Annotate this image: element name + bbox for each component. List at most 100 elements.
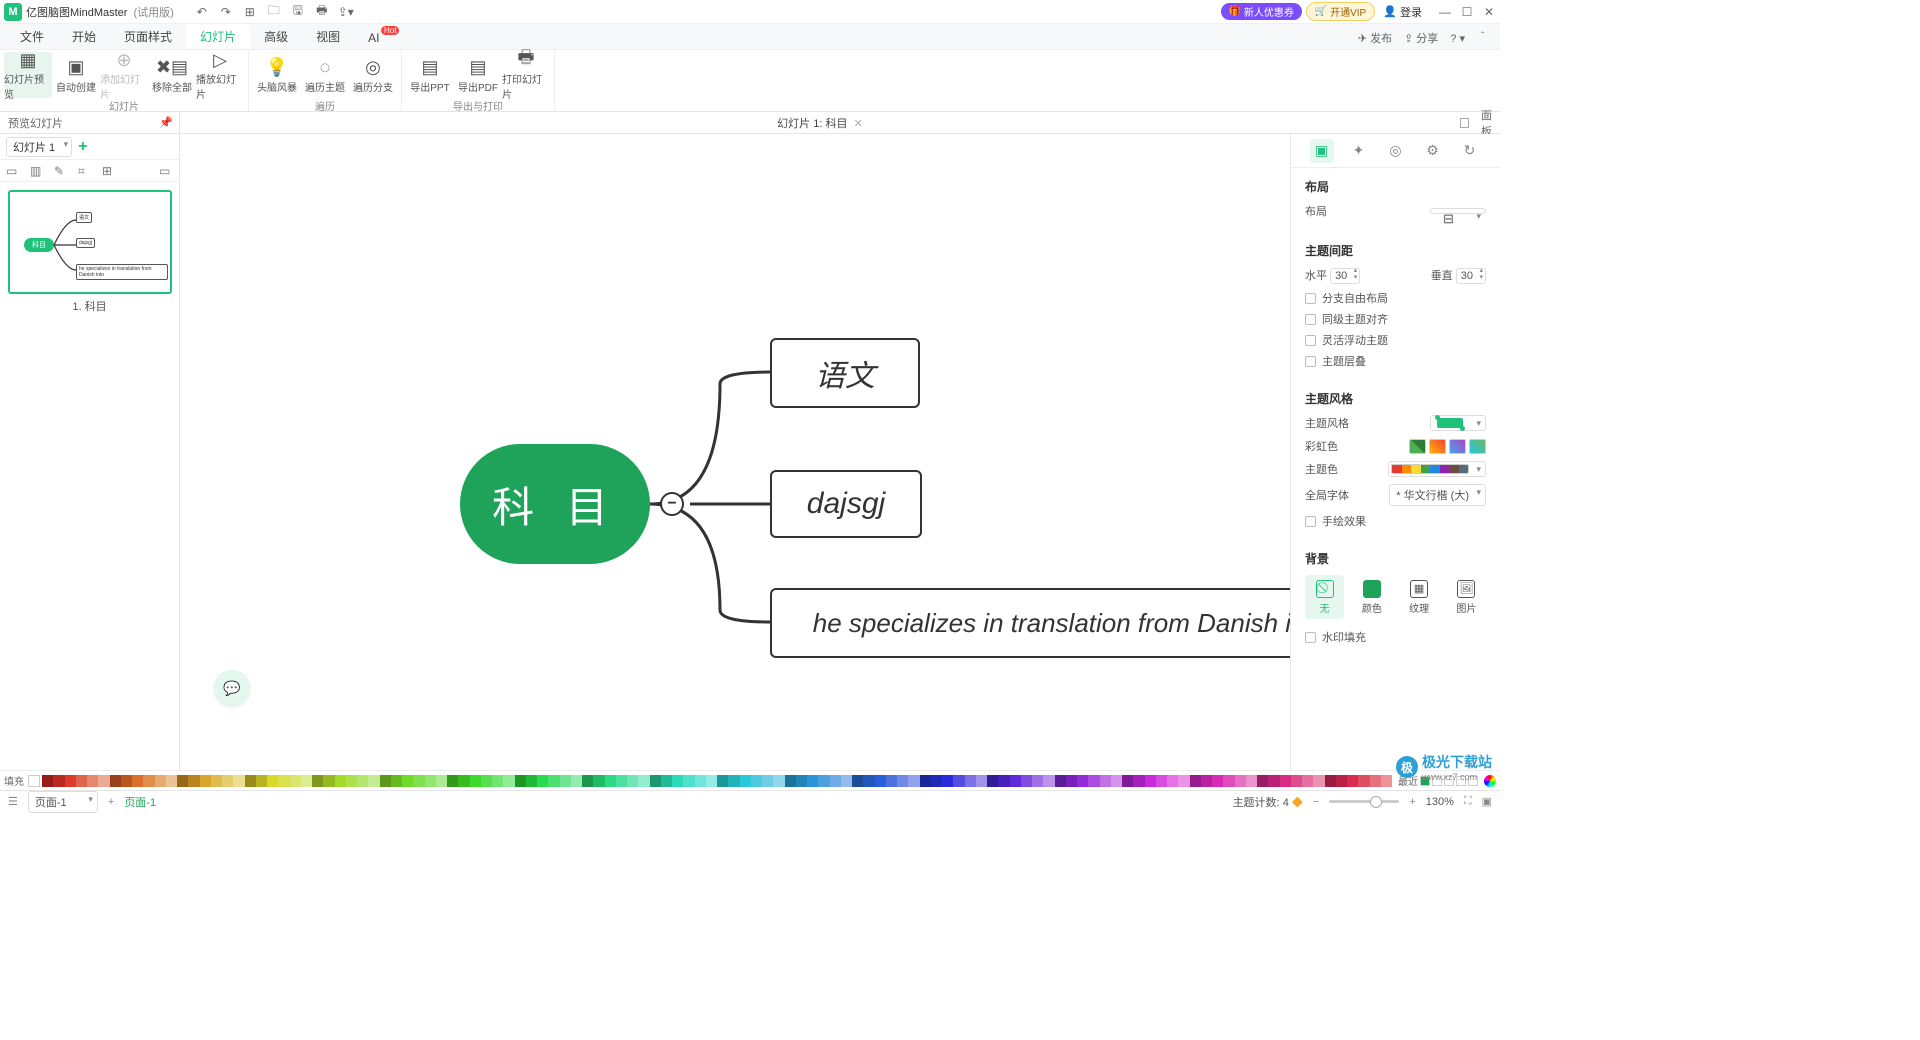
slide-title: 幻灯片 1: 科目 ✕ — [180, 115, 1460, 131]
page-tab[interactable]: 页面-1 — [124, 794, 156, 810]
bg-color[interactable]: 颜色 — [1352, 575, 1391, 619]
menubar: 文件 开始 页面样式 幻灯片 高级 视图 AIHot ✈ 发布 ⇪ 分享 ? ▾… — [0, 24, 1500, 50]
menu-pagestyle[interactable]: 页面样式 — [110, 24, 186, 49]
site-watermark: 极 极光下载站www.xz7.com — [1396, 752, 1492, 782]
btn-export-ppt[interactable]: ▤导出PPT — [406, 52, 454, 98]
print-icon[interactable]: 🖶 — [312, 2, 332, 22]
lt-icon-1[interactable]: ▭ — [6, 164, 20, 178]
gap-h-input[interactable]: 30 — [1330, 268, 1360, 284]
undo-icon[interactable]: ↶ — [192, 2, 212, 22]
rp-title-gap: 主题间距 — [1305, 242, 1486, 259]
page-select[interactable]: 页面-1 — [28, 791, 98, 813]
menu-start[interactable]: 开始 — [58, 24, 110, 49]
lt-icon-5[interactable]: ⊞ — [102, 164, 116, 178]
chk-watermark[interactable]: 水印填充 — [1305, 629, 1486, 645]
window-minimize-icon[interactable]: ― — [1434, 1, 1456, 23]
statusbar: ☰ 页面-1 + 页面-1 主题计数: 4 ◆ − + 130% ⛶ ▣ — [0, 790, 1500, 812]
lt-icon-4[interactable]: ⌗ — [78, 164, 92, 178]
btn-add-slide[interactable]: ⊕添加幻灯片 — [100, 52, 148, 98]
save-icon[interactable]: 🖫 — [288, 2, 308, 22]
export-icon[interactable]: ⇪▾ — [336, 2, 356, 22]
color-strip[interactable] — [42, 775, 1392, 787]
zoom-slider[interactable] — [1329, 800, 1399, 803]
bg-texture[interactable]: ▦纹理 — [1400, 575, 1439, 619]
collapse-ribbon-icon[interactable]: ＾ — [1477, 30, 1488, 46]
canvas[interactable]: 科 目 − 语文 dajsgj he specializes in transl… — [180, 134, 1290, 770]
chk-align-siblings[interactable]: 同级主题对齐 — [1305, 311, 1486, 327]
login-button[interactable]: 👤 登录 — [1383, 4, 1422, 20]
ribbon-group-traverse: 💡头脑风暴 ◌遍历主题 ◎遍历分支 遍历 — [249, 50, 402, 111]
vip-button[interactable]: 🛒 开通VIP — [1306, 2, 1375, 21]
outline-icon[interactable]: ☰ — [8, 795, 18, 808]
menu-file[interactable]: 文件 — [6, 24, 58, 49]
layout-select[interactable] — [1430, 208, 1486, 214]
rp-tab-mark-icon[interactable]: ◎ — [1384, 139, 1408, 163]
fullscreen-icon[interactable]: ▣ — [1482, 795, 1492, 808]
add-slide-icon[interactable]: + — [78, 138, 87, 156]
add-page-icon[interactable]: + — [108, 796, 114, 808]
fill-current-icon[interactable] — [28, 775, 40, 787]
btn-print-slides[interactable]: 🖶打印幻灯片 — [502, 52, 550, 98]
node-child-2[interactable]: dajsgj — [770, 470, 922, 538]
lt-icon-6[interactable]: ▭ — [159, 164, 173, 178]
lt-icon-2[interactable]: ▥ — [30, 164, 44, 178]
window-maximize-icon[interactable]: ☐ — [1456, 1, 1478, 23]
promo-newuser-button[interactable]: 🎁 新人优惠券 — [1221, 3, 1302, 20]
zoom-plus-icon[interactable]: + — [1409, 796, 1415, 808]
menu-ai[interactable]: AIHot — [354, 27, 393, 49]
trial-tag: (试用版) — [133, 4, 173, 20]
btn-play-slides[interactable]: ▷播放幻灯片 — [196, 52, 244, 98]
slide-selector[interactable]: 幻灯片 1 — [6, 137, 72, 157]
open-icon[interactable]: 🗀 — [264, 2, 284, 22]
redo-icon[interactable]: ↷ — [216, 2, 236, 22]
ribbon-group-slides: ▦幻灯片预览 ▣自动创建 ⊕添加幻灯片 ✖▤移除全部 ▷播放幻灯片 幻灯片 — [0, 50, 249, 111]
btn-auto-create[interactable]: ▣自动创建 — [52, 52, 100, 98]
chk-overlap[interactable]: 主题层叠 — [1305, 353, 1486, 369]
chk-free-layout[interactable]: 分支自由布局 — [1305, 290, 1486, 306]
rainbow-swatches[interactable] — [1409, 439, 1486, 454]
lt-icon-3[interactable]: ✎ — [54, 164, 68, 178]
btn-export-pdf[interactable]: ▤导出PDF — [454, 52, 502, 98]
rp-tab-settings-icon[interactable]: ⚙ — [1421, 139, 1445, 163]
fit-icon[interactable]: ⛶ — [1464, 795, 1472, 808]
style-select[interactable] — [1430, 415, 1486, 431]
fill-label: 填充 — [4, 773, 24, 788]
titlebar: M 亿图脑图MindMaster (试用版) ↶ ↷ ⊞ 🗀 🖫 🖶 ⇪▾ 🎁 … — [0, 0, 1500, 24]
help-icon[interactable]: ? ▾ — [1450, 32, 1465, 45]
rp-tab-history-icon[interactable]: ↻ — [1458, 139, 1482, 163]
new-icon[interactable]: ⊞ — [240, 2, 260, 22]
rp-tab-style-icon[interactable]: ✦ — [1347, 139, 1371, 163]
slide-thumbnail[interactable]: 科目 语文 dajsgj he specializes in translati… — [8, 190, 172, 294]
btn-brainstorm[interactable]: 💡头脑风暴 — [253, 52, 301, 98]
gap-v-input[interactable]: 30 — [1456, 268, 1486, 284]
menu-advanced[interactable]: 高级 — [250, 24, 302, 49]
themecolor-select[interactable] — [1388, 461, 1486, 477]
bg-image[interactable]: 🖼图片 — [1447, 575, 1486, 619]
pin-icon[interactable]: 📌 — [159, 116, 173, 129]
chk-floating[interactable]: 灵活浮动主题 — [1305, 332, 1486, 348]
bg-none[interactable]: ⃠无 — [1305, 575, 1344, 619]
btn-slide-preview[interactable]: ▦幻灯片预览 — [4, 52, 52, 98]
node-child-1[interactable]: 语文 — [770, 338, 920, 408]
window-close-icon[interactable]: ✕ — [1478, 1, 1500, 23]
menu-view[interactable]: 视图 — [302, 24, 354, 49]
app-name: 亿图脑图MindMaster — [26, 4, 127, 20]
zoom-minus-icon[interactable]: − — [1313, 796, 1319, 808]
node-root[interactable]: 科 目 — [460, 444, 650, 564]
collapse-toggle-icon[interactable]: − — [660, 492, 684, 516]
btn-traverse-branch[interactable]: ◎遍历分支 — [349, 52, 397, 98]
share-button[interactable]: ⇪ 分享 — [1404, 30, 1438, 46]
publish-button[interactable]: ✈ 发布 — [1358, 30, 1392, 46]
btn-remove-all[interactable]: ✖▤移除全部 — [148, 52, 196, 98]
rp-title-bg: 背景 — [1305, 550, 1486, 567]
chat-fab-icon[interactable]: 💬 — [214, 670, 250, 706]
preview-panel-title: 预览幻灯片 📌 — [0, 112, 180, 133]
btn-traverse-topic[interactable]: ◌遍历主题 — [301, 52, 349, 98]
close-slide-icon[interactable]: ✕ — [854, 118, 863, 130]
rp-tab-layout-icon[interactable]: ▣ — [1310, 139, 1334, 163]
app-logo-icon: M — [4, 3, 22, 21]
node-child-3[interactable]: he specializes in translation from Danis… — [770, 588, 1290, 658]
font-select[interactable]: * 华文行楷 (大) — [1389, 484, 1486, 506]
chk-handdraw[interactable]: 手绘效果 — [1305, 513, 1486, 529]
menu-slides[interactable]: 幻灯片 — [186, 24, 250, 49]
